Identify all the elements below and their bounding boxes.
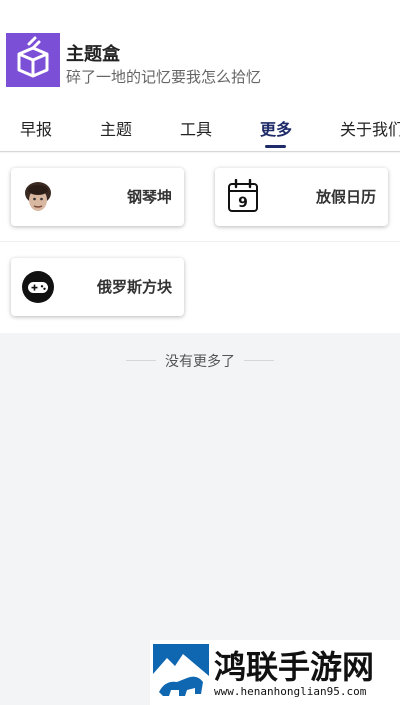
row-divider xyxy=(0,241,400,242)
tab-bar: 早报 主题 工具 更多 关于我们 xyxy=(0,103,400,152)
calendar-day: 9 xyxy=(238,195,248,211)
card-tetris[interactable]: 俄罗斯方块 xyxy=(11,258,184,316)
no-more-text: 没有更多了 xyxy=(165,354,235,370)
site-watermark: 鸿联手游网 www.henanhonglian95.com xyxy=(150,640,400,705)
tab-tools[interactable]: 工具 xyxy=(180,116,212,140)
tab-daily[interactable]: 早报 xyxy=(20,116,52,140)
tab-more[interactable]: 更多 xyxy=(260,116,292,140)
card-label: 放假日历 xyxy=(315,188,376,206)
card-holiday-calendar[interactable]: 9 放假日历 xyxy=(215,168,388,226)
app-subtitle: 碎了一地的记忆要我怎么拾忆 xyxy=(66,68,262,86)
app-title: 主题盒 xyxy=(66,44,120,65)
calendar-icon: 9 xyxy=(227,178,261,213)
card-label: 钢琴坤 xyxy=(126,188,172,206)
divider-right xyxy=(244,360,274,361)
tools-grid: 钢琴坤 9 放假日历 俄罗斯方块 xyxy=(0,153,400,333)
tab-about[interactable]: 关于我们 xyxy=(340,116,400,140)
active-tab-indicator xyxy=(265,145,286,148)
gamepad-icon xyxy=(21,270,55,304)
watermark-url: www.henanhonglian95.com xyxy=(214,685,367,698)
card-label: 俄罗斯方块 xyxy=(96,278,172,296)
card-piano-kun[interactable]: 钢琴坤 xyxy=(11,168,184,226)
avatar-icon xyxy=(21,180,55,214)
watermark-logo-icon xyxy=(153,644,209,700)
watermark-title: 鸿联手游网 xyxy=(214,648,375,686)
tab-themes[interactable]: 主题 xyxy=(100,116,132,140)
app-header: 主题盒 碎了一地的记忆要我怎么拾忆 xyxy=(0,0,400,103)
app-logo-icon xyxy=(6,33,60,87)
